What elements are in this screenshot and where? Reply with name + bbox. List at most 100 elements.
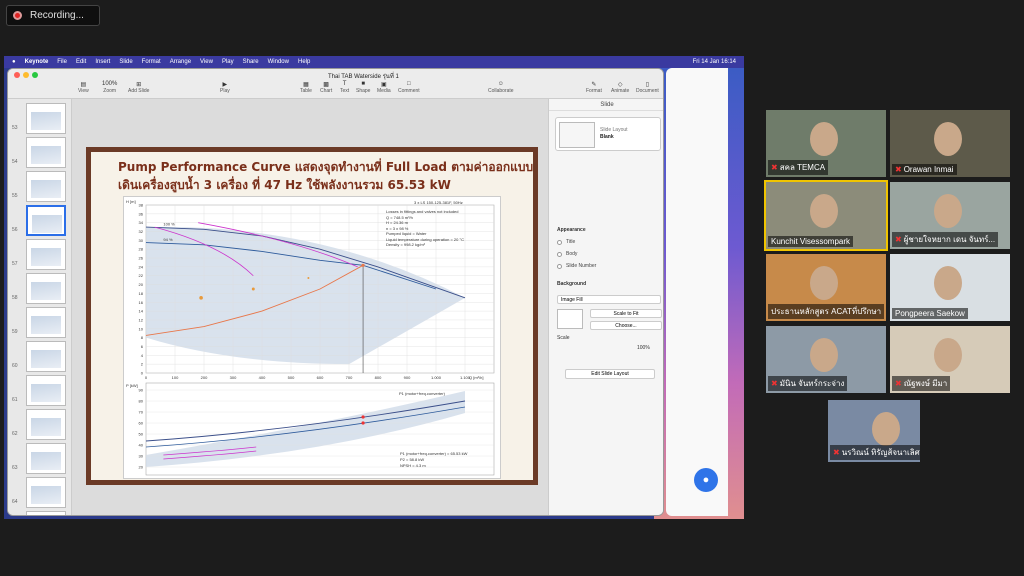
fill-select[interactable]: Image Fill — [557, 295, 661, 304]
apple-icon[interactable]: ● — [12, 59, 16, 65]
layout-label: Slide Layout — [600, 127, 628, 133]
toolbar-view[interactable]: ▤ View — [78, 81, 89, 94]
scale-mode-select[interactable]: Scale to Fit — [590, 309, 662, 318]
checkbox-label: Body — [566, 251, 578, 257]
x-tick-label: 600 — [317, 375, 324, 380]
close-icon[interactable] — [14, 72, 20, 78]
participant-tile[interactable]: ✖ ณัฐพงษ์ มีมา — [890, 326, 1010, 393]
toolbar-label: Shape — [356, 88, 371, 94]
avatar — [810, 266, 838, 300]
curve-label: 100 % — [163, 222, 175, 227]
format-icon: ✎ — [591, 82, 597, 88]
y-tick-label: 36 — [139, 211, 144, 216]
recording-indicator[interactable]: Recording... — [6, 5, 100, 26]
chart-ylabel: H [m] — [126, 199, 136, 204]
slide-number: 55 — [12, 193, 18, 199]
toolbar-zoom[interactable]: 100% Zoom — [102, 81, 117, 94]
menu-share[interactable]: Share — [243, 59, 259, 65]
current-slide[interactable]: Pump Performance Curve แสดงจุดทำงานที่ F… — [86, 147, 538, 485]
menu-window[interactable]: Window — [268, 59, 289, 65]
menu-slide[interactable]: Slide — [119, 59, 132, 65]
slide-thumbnail[interactable] — [26, 205, 66, 236]
x-tick-label: 100 — [172, 375, 179, 380]
slide-number: 64 — [12, 499, 18, 505]
slide-thumbnail[interactable] — [26, 137, 66, 168]
slide-thumbnail[interactable] — [26, 409, 66, 440]
chart-note: H = 24.36 m — [386, 220, 408, 225]
participant-tile[interactable]: ✖ Orawan Inmai — [890, 110, 1010, 177]
toolbar-text[interactable]: T Text — [340, 81, 349, 94]
y-tick-label: 38 — [139, 203, 144, 208]
chart-icon: ▩ — [323, 82, 329, 88]
title-checkbox[interactable]: Title — [557, 239, 575, 245]
minimize-icon[interactable] — [23, 72, 29, 78]
slide-number-checkbox[interactable]: Slide Number — [557, 263, 596, 269]
toolbar-shape[interactable]: ■ Shape — [356, 81, 370, 94]
mic-muted-icon: ✖ — [895, 165, 902, 174]
participant-tile[interactable]: ✖ สคล TEMCA — [766, 110, 886, 177]
menu-file[interactable]: File — [57, 59, 67, 65]
slide-layout-picker[interactable]: Slide Layout Blank — [555, 117, 661, 151]
toolbar-media[interactable]: ▣ Media — [377, 81, 391, 94]
chat-icon[interactable]: ● — [694, 468, 718, 492]
toolbar-label: Chart — [320, 88, 333, 94]
power-ylabel: P [kW] — [126, 383, 138, 388]
edit-slide-layout-button[interactable]: Edit Slide Layout — [565, 369, 655, 379]
image-well[interactable] — [557, 309, 583, 329]
power-y-tick: 20 — [139, 465, 144, 470]
participant-tile[interactable]: Kunchit Visessompark — [764, 180, 888, 251]
pump-performance-chart: 0 2 4 6 8 10 12 14 16 18 20 22 24 26 28 30 32 34 36 38 0 100 2… — [123, 196, 501, 479]
menu-view[interactable]: View — [200, 59, 213, 65]
avatar — [934, 194, 962, 228]
slide-number: 63 — [12, 465, 18, 471]
power-point — [361, 415, 365, 419]
slide-thumbnail[interactable] — [26, 239, 66, 270]
participant-tile[interactable]: Pongpeera Saekow — [890, 254, 1010, 321]
toolbar-format[interactable]: ✎ Format — [586, 81, 602, 94]
participant-name: ✖ มันิน จันทร์กระจ่าง — [768, 376, 848, 391]
document-title: Thai TAB Waterside รุ่นที่ 1 — [328, 74, 399, 80]
toolbar-document[interactable]: ▯ Document — [636, 81, 659, 94]
slide-thumbnail[interactable] — [26, 443, 66, 474]
menu-edit[interactable]: Edit — [76, 59, 86, 65]
menu-format[interactable]: Format — [142, 59, 161, 65]
toolbar-chart[interactable]: ▩ Chart — [320, 81, 332, 94]
slide-navigator: 5354555657585960616263646566 — [8, 99, 72, 515]
menu-help[interactable]: Help — [298, 59, 310, 65]
toolbar-animate[interactable]: ◇ Animate — [611, 81, 629, 94]
toolbar-collaborate[interactable]: ☺ Collaborate — [488, 81, 514, 94]
zoom-value: 100% — [102, 81, 118, 87]
toolbar-table[interactable]: ▦ Table — [300, 81, 312, 94]
participant-tile[interactable]: ✖ ผู้ชายใจหยาก เดน จันทร์... — [890, 182, 1010, 249]
slide-thumbnail[interactable] — [26, 307, 66, 338]
menu-insert[interactable]: Insert — [95, 59, 110, 65]
avatar — [872, 412, 900, 446]
participant-tile[interactable]: ประธานหลักสูตร ACATที่ปรึกษา — [766, 254, 886, 321]
body-checkbox[interactable]: Body — [557, 251, 577, 257]
toolbar-comment[interactable]: □ Comment — [398, 81, 420, 94]
menu-app[interactable]: Keynote — [25, 59, 49, 65]
toolbar-label: Table — [300, 88, 312, 94]
slide-thumbnail[interactable] — [26, 341, 66, 372]
participant-tile[interactable]: ✖ มันิน จันทร์กระจ่าง — [766, 326, 886, 393]
scale-value[interactable]: 100% — [637, 345, 650, 351]
x-tick-label: 400 — [259, 375, 266, 380]
power-y-tick: 80 — [139, 399, 144, 404]
slide-thumbnail[interactable] — [26, 375, 66, 406]
toolbar-add-slide[interactable]: ⊞ Add Slide — [128, 81, 149, 94]
mic-muted-icon: ✖ — [771, 379, 778, 388]
slide-thumbnail[interactable] — [26, 103, 66, 134]
slide-thumbnail[interactable] — [26, 171, 66, 202]
x-tick-label: 1.000 — [431, 375, 442, 380]
slide-thumbnail[interactable] — [26, 511, 66, 515]
zoom-window-icon[interactable] — [32, 72, 38, 78]
slide-thumbnail[interactable] — [26, 477, 66, 508]
menu-play[interactable]: Play — [222, 59, 234, 65]
choose-image-button[interactable]: Choose... — [590, 321, 662, 330]
slide-thumbnail[interactable] — [26, 273, 66, 304]
participant-tile[interactable]: ✖ นรวิณน์ ทิรัญส้จนาเลิศ — [828, 400, 920, 462]
checkbox-icon — [557, 263, 562, 269]
menu-arrange[interactable]: Arrange — [170, 59, 191, 65]
x-tick-label: 700 — [346, 375, 353, 380]
toolbar-play[interactable]: ▶ Play — [220, 81, 230, 94]
